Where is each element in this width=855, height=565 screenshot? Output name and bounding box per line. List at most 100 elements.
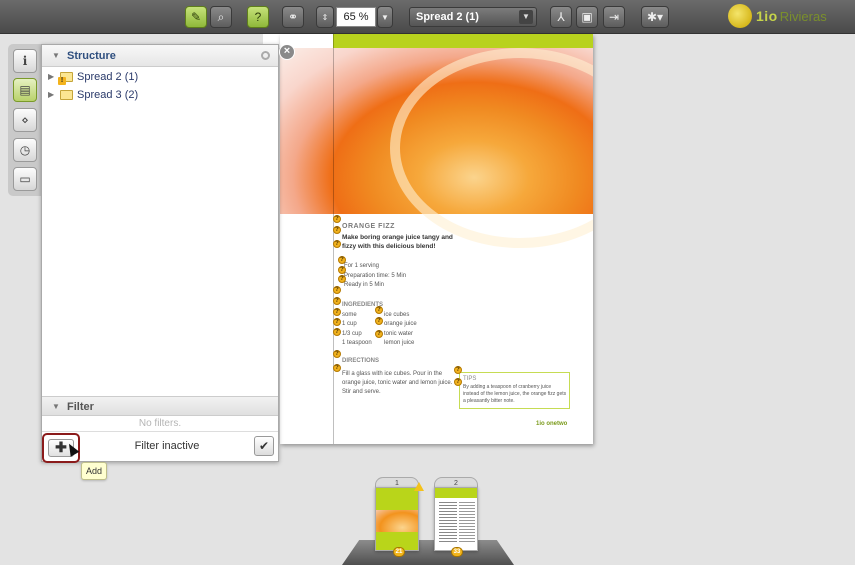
recipe-meta-prep[interactable]: Preparation time: 5 Min	[344, 273, 406, 279]
recipe-title[interactable]: ORANGE FIZZ	[342, 223, 395, 230]
tree-item-spread-2[interactable]: ▶ ! Spread 2 (1)	[48, 69, 138, 85]
warning-marker-icon[interactable]: ?	[375, 330, 383, 338]
logo-text-secondary: Rivieras	[779, 8, 827, 24]
magnifier-icon: ⌕	[217, 9, 225, 24]
warning-marker-icon[interactable]: ?	[333, 318, 341, 326]
tips-text: By adding a teaspoon of cranberry juice …	[463, 384, 567, 404]
floppy-disk-icon: ▣	[581, 10, 593, 24]
warning-marker-icon[interactable]: ?	[333, 364, 341, 372]
warning-marker-icon[interactable]: ?	[375, 317, 383, 325]
spread-shelf	[342, 540, 514, 565]
warning-marker-icon[interactable]: ?	[333, 286, 341, 294]
main-toolbar: ✎ ⌕ ? ⚭ ⇕ 65 % ▼ Spread 2 (1) ▼ ⅄ ▣ ⇥ ✱▾…	[0, 0, 855, 34]
expand-arrow-icon[interactable]: ▶	[48, 69, 58, 85]
binoculars-icon: ⚭	[287, 10, 299, 24]
zoom-search-button[interactable]: ⌕	[210, 6, 232, 28]
side-rail: i ▤ ⋄ ◷ ▭	[8, 44, 42, 196]
spread-badge: 21	[393, 547, 405, 557]
clock-icon: ◷	[19, 143, 31, 157]
filter-title: Filter	[67, 401, 94, 413]
ingredient-qty[interactable]: 1 teaspoon	[342, 340, 372, 346]
ingredient-item[interactable]: orange juice	[384, 321, 417, 327]
directions-text[interactable]: Fill a glass with ice cubes. Pour in the…	[342, 370, 454, 397]
warning-marker-icon[interactable]: ?	[333, 226, 341, 234]
warning-marker-icon[interactable]: ?	[333, 215, 341, 223]
tips-box[interactable]: TIPS By adding a teaspoon of cranberry j…	[459, 372, 570, 409]
exit-button[interactable]: ⇥	[603, 6, 625, 28]
rail-info-button[interactable]: i	[13, 49, 37, 73]
expand-arrow-icon[interactable]: ▶	[48, 87, 58, 103]
warning-marker-icon[interactable]: ?	[375, 306, 383, 314]
chevron-down-icon: ▼	[519, 10, 533, 24]
checkmark-icon: ✔	[258, 439, 270, 453]
find-binoculars-button[interactable]: ⚭	[282, 6, 304, 28]
document-page[interactable]: ORANGE FIZZ Make boring orange juice tan…	[280, 34, 593, 444]
warning-marker-icon[interactable]: ?	[333, 297, 341, 305]
close-panel-button[interactable]: ×	[279, 44, 295, 60]
collapse-triangle-icon[interactable]: ▼	[52, 45, 60, 67]
warning-marker-icon[interactable]: ?	[454, 366, 462, 374]
ingredient-item[interactable]: ice cubes	[384, 312, 409, 318]
debug-menu-button[interactable]: ✱▾	[641, 6, 669, 28]
zoom-dropdown-button[interactable]: ▼	[377, 6, 393, 28]
spread-select[interactable]: Spread 2 (1) ▼	[409, 7, 537, 27]
apply-filter-button[interactable]: ✔	[254, 436, 274, 456]
recipe-subtitle[interactable]: Make boring orange juice tangy and fizzy…	[342, 233, 462, 251]
folder-icon: !	[58, 72, 73, 85]
directions-title[interactable]: DIRECTIONS	[342, 358, 379, 364]
save-button[interactable]: ▣	[576, 6, 598, 28]
spread-thumbnail[interactable]	[434, 487, 478, 551]
ingredient-qty[interactable]: some	[342, 312, 357, 318]
question-icon: ?	[254, 10, 262, 24]
orange-photo	[280, 48, 593, 248]
nodes-icon: ⋄	[21, 113, 29, 127]
logo-text: 1io	[756, 8, 778, 24]
zoom-value-field[interactable]: 65 %	[336, 7, 376, 27]
help-button[interactable]: ?	[247, 6, 269, 28]
no-filters-text: No filters.	[138, 418, 182, 429]
lemon-logo-icon	[728, 4, 752, 28]
ingredient-qty[interactable]: 1/3 cup	[342, 331, 362, 337]
rail-comments-button[interactable]: ▭	[13, 167, 37, 191]
tree-item-spread-3[interactable]: ▶ Spread 3 (2)	[48, 87, 138, 103]
ingredient-qty[interactable]: 1 cup	[342, 321, 357, 327]
recipe-meta-servings[interactable]: For 1 serving	[344, 263, 379, 269]
structure-panel: ▼ Structure ▶ ! Spread 2 (1) ▶ Spread 3 …	[41, 44, 279, 463]
rail-history-button[interactable]: ◷	[13, 138, 37, 162]
warning-triangle-icon	[414, 482, 424, 491]
warning-marker-icon[interactable]: ?	[333, 328, 341, 336]
filter-state-label: Filter inactive	[134, 440, 200, 452]
warning-marker-icon[interactable]: ?	[338, 275, 346, 283]
bug-icon: ✱▾	[646, 10, 664, 24]
spread-badge: 33	[451, 547, 463, 557]
warning-marker-icon[interactable]: ?	[454, 378, 462, 386]
pencil-icon: ✎	[190, 10, 202, 24]
warning-marker-icon[interactable]: ?	[338, 256, 346, 264]
collapse-triangle-icon[interactable]: ▼	[52, 397, 60, 417]
tree-item-label: Spread 2 (1)	[77, 71, 139, 83]
comment-icon: ▭	[19, 172, 31, 186]
pdf-icon: ⅄	[557, 10, 565, 24]
pdf-export-button[interactable]: ⅄	[550, 6, 572, 28]
zoom-stepper[interactable]: ⇕	[316, 6, 334, 28]
warning-marker-icon[interactable]: ?	[338, 266, 346, 274]
add-tooltip: Add	[81, 462, 107, 480]
structure-header[interactable]: ▼ Structure	[42, 45, 278, 67]
warning-marker-icon[interactable]: ?	[333, 350, 341, 358]
warning-marker-icon[interactable]: ?	[333, 240, 341, 248]
structure-title: Structure	[67, 50, 116, 62]
recipe-meta-ready[interactable]: Ready in 5 Min	[344, 282, 384, 288]
ingredient-item[interactable]: tonic water	[384, 331, 413, 337]
spread-thumbnail[interactable]	[375, 487, 419, 551]
tips-title: TIPS	[463, 376, 477, 382]
footer-logo: 1io onetwo	[536, 421, 568, 427]
ingredient-item[interactable]: lemon juice	[384, 340, 414, 346]
rail-connections-button[interactable]: ⋄	[13, 108, 37, 132]
edit-pencil-button[interactable]: ✎	[185, 6, 207, 28]
warning-marker-icon[interactable]: ?	[333, 308, 341, 316]
spread-fold	[333, 34, 334, 444]
rail-structure-button[interactable]: ▤	[13, 78, 37, 102]
settings-gear-icon[interactable]	[261, 51, 270, 60]
filter-header[interactable]: ▼ Filter	[42, 396, 278, 416]
stepper-arrows-icon: ⇕	[321, 12, 329, 22]
